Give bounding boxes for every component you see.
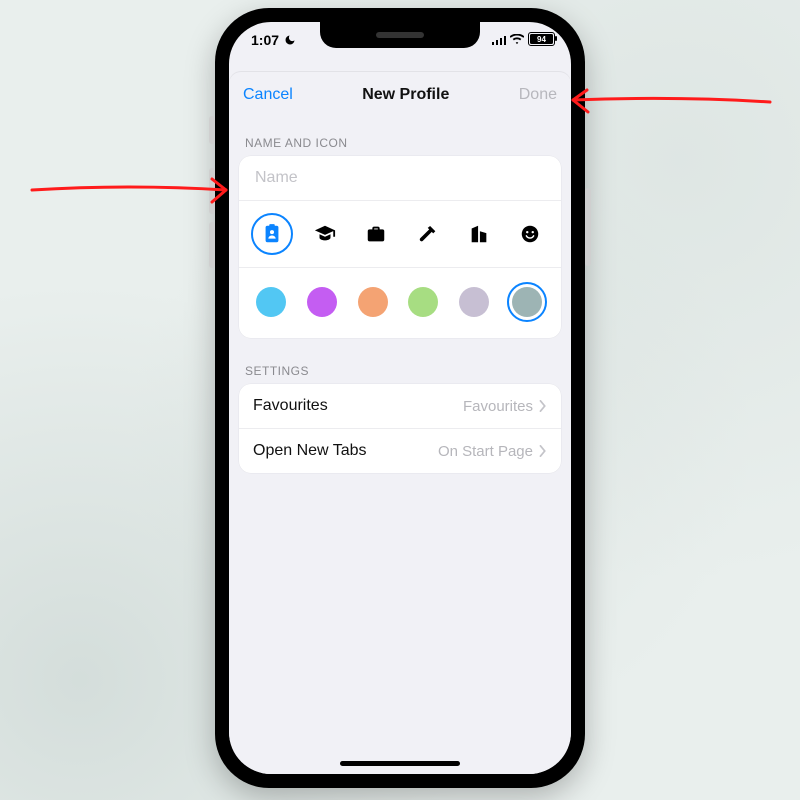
hammer-icon[interactable]: [409, 215, 447, 253]
color-swatch[interactable]: [304, 284, 340, 320]
profile-badge-icon[interactable]: [251, 213, 293, 255]
status-time: 1:07: [251, 32, 279, 48]
graduation-cap-icon[interactable]: [306, 215, 344, 253]
settings-header: SETTINGS: [245, 364, 555, 378]
name-input-row: [239, 156, 561, 200]
battery-percentage: 94: [537, 35, 546, 44]
smiley-icon[interactable]: [511, 215, 549, 253]
color-options-row: [239, 268, 561, 338]
power-button: [585, 188, 591, 266]
annotation-arrow-done: [565, 82, 775, 127]
wifi-icon: [510, 34, 524, 45]
open-new-tabs-row[interactable]: Open New Tabs On Start Page: [239, 429, 561, 473]
cellular-signal-icon: [492, 34, 507, 45]
favourites-row[interactable]: Favourites Favourites: [239, 384, 561, 428]
new-profile-sheet: Cancel New Profile Done NAME AND ICON SE…: [229, 72, 571, 774]
icon-options-row: [239, 201, 561, 267]
chevron-right-icon: [539, 445, 547, 457]
color-swatch[interactable]: [253, 284, 289, 320]
name-input[interactable]: [253, 168, 551, 188]
silence-switch: [209, 116, 215, 144]
settings-card: Favourites Favourites Open New Tabs On S…: [239, 384, 561, 473]
briefcase-icon[interactable]: [357, 215, 395, 253]
volume-down-button: [209, 222, 215, 268]
volume-up-button: [209, 168, 215, 214]
earpiece: [376, 32, 424, 38]
open-new-tabs-value: On Start Page: [438, 443, 533, 460]
color-swatch[interactable]: [355, 284, 391, 320]
name-icon-card: [239, 156, 561, 338]
page-title: New Profile: [362, 86, 449, 104]
color-swatch[interactable]: [507, 282, 547, 322]
annotation-arrow-name: [30, 172, 235, 213]
home-indicator[interactable]: [340, 761, 460, 766]
nav-bar: Cancel New Profile Done: [229, 72, 571, 118]
color-swatch[interactable]: [456, 284, 492, 320]
battery-icon: 94: [528, 32, 555, 46]
favourites-label: Favourites: [253, 397, 328, 415]
building-icon[interactable]: [460, 215, 498, 253]
screen: 1:07 94: [229, 22, 571, 774]
phone-chassis: 1:07 94: [215, 8, 585, 788]
notch: [320, 22, 480, 48]
name-and-icon-header: NAME AND ICON: [245, 136, 555, 150]
cancel-button[interactable]: Cancel: [243, 86, 293, 104]
chevron-right-icon: [539, 400, 547, 412]
open-new-tabs-label: Open New Tabs: [253, 442, 367, 460]
done-button[interactable]: Done: [519, 86, 557, 104]
favourites-value: Favourites: [463, 398, 533, 415]
do-not-disturb-icon: [284, 34, 296, 46]
color-swatch[interactable]: [405, 284, 441, 320]
